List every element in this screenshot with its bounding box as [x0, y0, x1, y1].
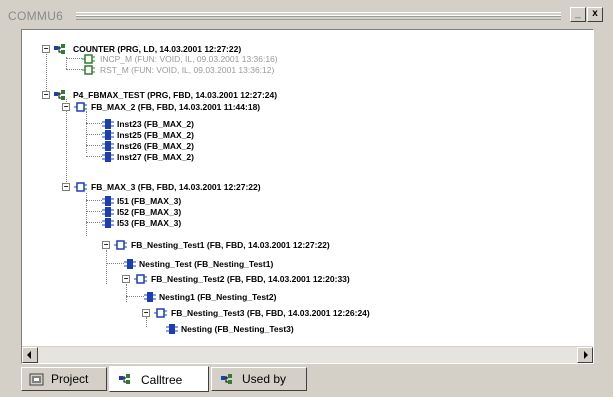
function-block-icon	[74, 102, 87, 112]
function-block-icon	[154, 308, 167, 318]
tree-line	[86, 134, 102, 135]
instance-icon	[102, 152, 114, 162]
arrow-left-icon	[27, 351, 31, 359]
scroll-right-button[interactable]	[577, 347, 593, 363]
calltree-window: COMMU6 _ x − − − − − − − COUNTER (PRG, L…	[0, 0, 613, 397]
tree-line	[66, 69, 82, 70]
tree-line	[66, 58, 82, 59]
minimize-button[interactable]: _	[570, 7, 586, 22]
tab-label: Calltree	[141, 373, 183, 387]
tree-line	[86, 123, 102, 124]
tree-node-label: Inst27 (FB_MAX_2)	[117, 152, 194, 162]
project-icon	[29, 373, 44, 386]
close-button[interactable]: x	[587, 7, 603, 22]
collapse-toggle[interactable]: −	[42, 91, 50, 99]
tree-node-label: FB_Nesting_Test2 (FB, FBD, 14.03.2001 12…	[151, 274, 350, 284]
tree-line	[106, 263, 124, 264]
tree-line	[66, 99, 67, 188]
calltree-icon	[54, 44, 65, 54]
collapse-toggle[interactable]: −	[62, 183, 70, 191]
tab-strip: Project Calltree Used by	[21, 366, 594, 394]
tab-project[interactable]: Project	[21, 367, 107, 391]
instance-icon	[102, 218, 114, 228]
tree-line	[146, 317, 147, 327]
arrow-right-icon	[584, 351, 588, 359]
instance-icon	[166, 324, 178, 334]
title-grip[interactable]	[76, 12, 561, 20]
tree-node-label: Nesting_Test (FB_Nesting_Test1)	[139, 259, 274, 269]
tree-line	[86, 200, 102, 201]
tree-line	[126, 284, 127, 302]
tab-label: Used by	[242, 372, 287, 386]
tree-line	[86, 156, 102, 157]
tab-calltree[interactable]: Calltree	[109, 366, 209, 392]
tree-node-label: Nesting (FB_Nesting_Test3)	[181, 324, 294, 334]
tree-line	[106, 250, 107, 284]
tree-line	[126, 296, 144, 297]
scroll-left-button[interactable]	[22, 347, 38, 363]
collapse-toggle[interactable]: −	[142, 309, 150, 317]
calltree: − − − − − − − COUNTER (PRG, LD, 14.03.20…	[22, 30, 593, 345]
tree-line	[86, 145, 102, 146]
tab-label: Project	[51, 372, 89, 386]
window-title: COMMU6	[8, 9, 64, 23]
horizontal-scrollbar[interactable]	[22, 346, 593, 363]
collapse-toggle[interactable]: −	[102, 241, 110, 249]
tree-line	[86, 111, 87, 153]
instance-icon	[144, 292, 156, 302]
tree-node-label: P4_FBMAX_TEST (PRG, FBD, 14.03.2001 12:2…	[73, 90, 278, 100]
calltree-icon	[221, 374, 232, 384]
tree-line	[86, 222, 102, 223]
calltree-icon	[54, 90, 65, 100]
tree-node-label: I53 (FB_MAX_3)	[117, 218, 182, 228]
title-bar[interactable]: COMMU6 _ x	[8, 6, 605, 26]
tree-node-label: FB_MAX_3 (FB, FBD, 14.03.2001 12:27:22)	[91, 182, 261, 192]
collapse-toggle[interactable]: −	[62, 103, 70, 111]
calltree-panel: − − − − − − − COUNTER (PRG, LD, 14.03.20…	[21, 29, 594, 364]
tree-node-label: RST_M (FUN: VOID, IL, 09.03.2001 13:36:1…	[100, 65, 275, 75]
function-icon	[82, 65, 95, 75]
function-block-icon	[74, 182, 87, 192]
tree-node-label: Nesting1 (FB_Nesting_Test2)	[159, 292, 277, 302]
tree-line	[46, 52, 47, 95]
tab-used-by[interactable]: Used by	[211, 367, 307, 391]
calltree-icon	[119, 374, 130, 384]
collapse-toggle[interactable]: −	[122, 275, 130, 283]
tree-node-label: FB_MAX_2 (FB, FBD, 14.03.2001 11:44:18)	[91, 102, 261, 112]
instance-icon	[124, 259, 136, 269]
tree-line	[86, 211, 102, 212]
function-block-icon	[134, 274, 147, 284]
tree-node-label: FB_Nesting_Test1 (FB, FBD, 14.03.2001 12…	[131, 240, 330, 250]
function-block-icon	[114, 240, 127, 250]
tree-node-label: FB_Nesting_Test3 (FB, FBD, 14.03.2001 12…	[171, 308, 370, 318]
collapse-toggle[interactable]: −	[42, 45, 50, 53]
